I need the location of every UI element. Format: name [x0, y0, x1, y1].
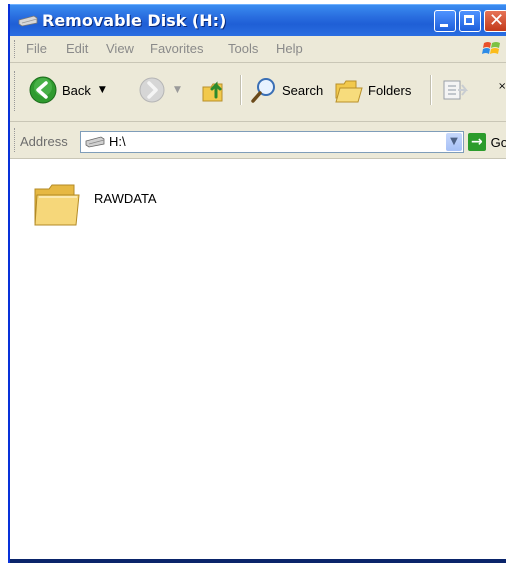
- close-icon: ✕: [489, 10, 505, 31]
- back-button[interactable]: Back ▼: [28, 73, 106, 107]
- toolbar-separator: [430, 75, 432, 105]
- toolbar-separator: [240, 75, 242, 105]
- toolbar-chevron-icon[interactable]: ×: [498, 81, 506, 92]
- forward-dropdown-icon[interactable]: ▼: [174, 85, 181, 95]
- menu-view[interactable]: View: [106, 41, 134, 56]
- views-button[interactable]: [440, 73, 468, 107]
- menu-file[interactable]: File: [26, 41, 47, 56]
- folder-name: RAWDATA: [94, 191, 157, 206]
- explorer-window: Removable Disk (H:) ✕ File Edit View Fav…: [8, 4, 506, 563]
- menu-edit[interactable]: Edit: [66, 41, 88, 56]
- folders-icon: [335, 80, 363, 103]
- folder-up-icon: [202, 81, 223, 102]
- folders-button[interactable]: Folders: [334, 73, 411, 107]
- forward-button[interactable]: ▼: [138, 73, 181, 107]
- file-list[interactable]: RAWDATA: [10, 159, 506, 559]
- standard-toolbar: Back ▼ ▼ Search Folders ×: [10, 63, 506, 122]
- drive-icon: [85, 136, 105, 148]
- windows-logo-icon: [482, 42, 500, 54]
- folders-label: Folders: [368, 82, 412, 98]
- back-dropdown-icon[interactable]: ▼: [99, 85, 106, 95]
- maximize-button[interactable]: [459, 10, 481, 32]
- address-value: H:\: [109, 134, 126, 149]
- window-bottom-border: [10, 559, 506, 563]
- back-label: Back: [62, 82, 91, 98]
- search-icon: [251, 78, 275, 103]
- menu-help[interactable]: Help: [276, 41, 303, 56]
- toolbar-grip[interactable]: [14, 71, 17, 111]
- go-label: Go: [490, 134, 506, 150]
- list-item[interactable]: RAWDATA: [32, 179, 192, 239]
- views-icon: [443, 80, 468, 100]
- menu-bar: File Edit View Favorites Tools Help: [10, 36, 506, 63]
- drive-icon: [18, 15, 38, 27]
- minimize-button[interactable]: [434, 10, 456, 32]
- go-arrow-icon: →: [468, 133, 486, 151]
- address-bar: Address H:\ ▼ → Go: [10, 122, 506, 159]
- up-button[interactable]: [200, 73, 230, 107]
- search-button[interactable]: Search: [250, 73, 323, 107]
- forward-arrow-icon: [139, 77, 165, 103]
- window-title: Removable Disk (H:): [42, 11, 227, 30]
- folder-icon: [34, 184, 80, 226]
- search-label: Search: [282, 82, 324, 98]
- go-button[interactable]: → Go: [468, 130, 506, 154]
- address-label: Address: [20, 134, 68, 149]
- address-dropdown-icon[interactable]: ▼: [446, 133, 462, 151]
- menu-tools[interactable]: Tools: [228, 41, 258, 56]
- back-arrow-icon: [29, 76, 57, 104]
- close-button[interactable]: ✕: [484, 10, 506, 32]
- title-bar[interactable]: Removable Disk (H:) ✕: [10, 4, 506, 37]
- address-input[interactable]: H:\ ▼: [80, 131, 464, 153]
- address-grip[interactable]: [14, 128, 17, 152]
- menu-grip[interactable]: [14, 40, 17, 58]
- menu-favorites[interactable]: Favorites: [150, 41, 203, 56]
